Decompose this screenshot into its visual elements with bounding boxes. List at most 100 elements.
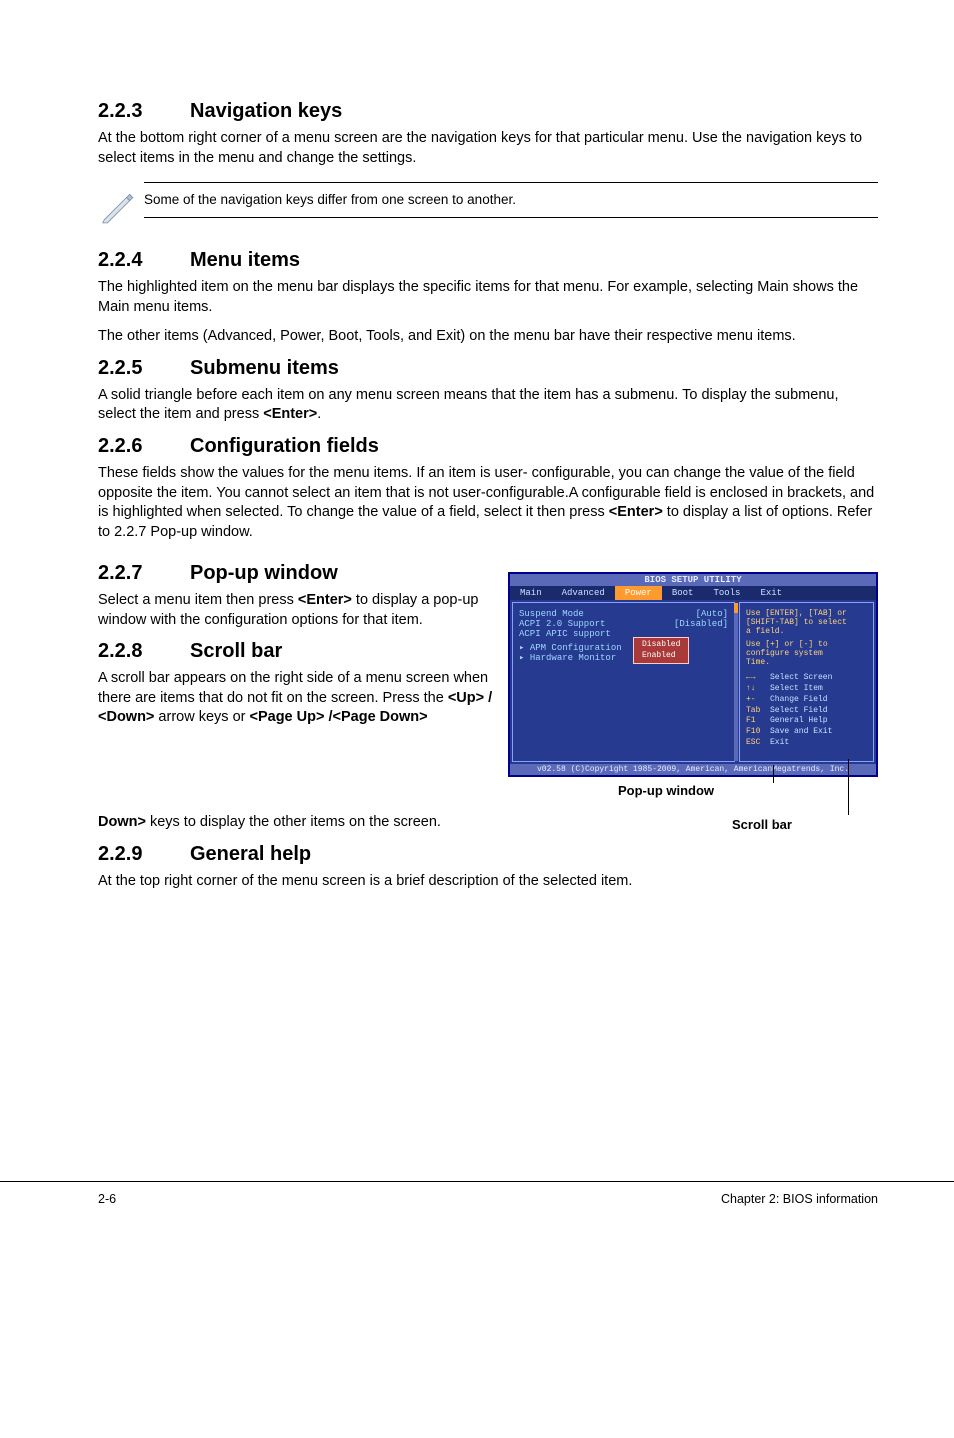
bios-help-line: Time. [746,658,867,667]
bios-popup-option: Enabled [642,651,680,661]
heading-2-2-6: 2.2.6Configuration fields [98,435,878,458]
note-block: Some of the navigation keys differ from … [98,182,878,231]
bios-popup: Disabled Enabled [633,637,689,664]
bios-help-line: configure system [746,649,867,658]
bios-main-pane: Suspend Mode [Auto] ACPI 2.0 Support [Disa… [512,602,735,762]
heading-2-2-5: 2.2.5Submenu items [98,357,878,380]
paragraph: At the top right corner of the menu scre… [98,872,878,892]
bios-help-pane: Use [ENTER], [TAB] or [SHIFT-TAB] to sel… [739,602,874,762]
bios-row: ▸ Hardware Monitor [519,653,728,663]
text: A solid triangle before each item on any… [98,387,838,423]
divider [144,217,878,218]
heading-text: Menu items [190,249,300,271]
bios-menu-power: Power [615,586,662,600]
bios-key-desc: Select Field [770,706,828,715]
heading-2-2-7: 2.2.7Pop-up window [98,562,494,585]
callout-line [848,759,849,815]
heading-number: 2.2.9 [98,843,190,866]
bios-row: ▸ APM Configuration [519,643,728,653]
bios-titlebar: BIOS SETUP UTILITY [510,574,876,586]
bios-key: F10 [746,727,770,738]
bios-menu-advanced: Advanced [552,586,615,600]
note-content: Some of the navigation keys differ from … [144,182,878,218]
bios-label: ACPI 2.0 Support [519,619,605,629]
bios-label: ACPI APIC support [519,629,611,639]
key-enter: <Enter> [298,592,352,608]
bios-key: ESC [746,738,770,749]
callout-popup-label: Pop-up window [618,783,714,798]
text: keys to display the other items on the s… [146,814,441,830]
bios-menu-boot: Boot [662,586,704,600]
right-column: BIOS SETUP UTILITY Main Advanced Power B… [508,552,878,847]
note-text: Some of the navigation keys differ from … [144,191,878,209]
heading-text: Scroll bar [190,640,282,662]
bios-scroll-thumb [734,603,738,613]
heading-2-2-8: 2.2.8Scroll bar [98,640,494,663]
bios-footer: v02.58 (C)Copyright 1985-2009, American,… [510,764,876,775]
bios-menu-main: Main [510,586,552,600]
paragraph: A scroll bar appears on the right side o… [98,669,494,728]
paragraph: Select a menu item then press <Enter> to… [98,591,494,630]
key-pageupdown: <Page Up> /<Page Down> [250,709,428,725]
bios-value: [Auto] [696,609,728,619]
bios-key: ↑↓ [746,684,770,695]
heading-text: Navigation keys [190,100,342,122]
page-footer: 2-6 Chapter 2: BIOS information [0,1181,954,1230]
pen-icon [98,182,144,231]
bios-scrollbar [734,603,738,761]
bios-help-line: Use [ENTER], [TAB] or [746,609,867,618]
bios-key-desc: Exit [770,738,789,747]
bios-key: F1 [746,716,770,727]
bios-key: ←→ [746,673,770,684]
bios-key-desc: General Help [770,716,828,725]
two-column-section: 2.2.7Pop-up window Select a menu item th… [98,552,878,847]
bios-menu-tools: Tools [703,586,750,600]
heading-number: 2.2.7 [98,562,190,585]
heading-2-2-4: 2.2.4Menu items [98,249,878,272]
bios-help-line: [SHIFT-TAB] to select [746,618,867,627]
chapter-label: Chapter 2: BIOS information [721,1192,878,1206]
paragraph: These fields show the values for the men… [98,464,878,542]
bios-key-desc: Select Item [770,684,823,693]
paragraph: A solid triangle before each item on any… [98,386,878,425]
heading-text: Configuration fields [190,435,379,457]
heading-text: General help [190,843,311,865]
text: A scroll bar appears on the right side o… [98,670,488,706]
left-column: 2.2.7Pop-up window Select a menu item th… [98,552,494,738]
bios-submenu: ▸ Hardware Monitor [519,653,616,663]
heading-number: 2.2.3 [98,100,190,123]
callout-scroll-label: Scroll bar [732,817,792,832]
bios-menubar: Main Advanced Power Boot Tools Exit [510,586,876,600]
text: Down> [98,814,146,830]
bios-key-help: ←→Select Screen ↑↓Select Item +-Change F… [746,673,867,749]
paragraph: The highlighted item on the menu bar dis… [98,278,878,317]
bios-key: +- [746,695,770,706]
bios-key-desc: Change Field [770,695,828,704]
bios-value: [Disabled] [674,619,728,629]
paragraph: The other items (Advanced, Power, Boot, … [98,327,878,347]
bios-key-desc: Select Screen [770,673,832,682]
divider [144,182,878,183]
heading-text: Submenu items [190,357,339,379]
page-number: 2-6 [98,1192,116,1206]
heading-number: 2.2.4 [98,249,190,272]
paragraph: At the bottom right corner of a menu scr… [98,129,878,168]
figure-callouts: Pop-up window Scroll bar [508,777,878,847]
bios-screenshot: BIOS SETUP UTILITY Main Advanced Power B… [508,572,878,777]
bios-row: ACPI 2.0 Support [Disabled] [519,619,728,629]
bios-submenu: ▸ APM Configuration [519,643,622,653]
bios-key: Tab [746,706,770,717]
bios-popup-option: Disabled [642,640,680,650]
bios-row: Suspend Mode [Auto] [519,609,728,619]
text: . [317,406,321,422]
bios-label: Suspend Mode [519,609,584,619]
key-enter: <Enter> [609,504,663,520]
heading-number: 2.2.6 [98,435,190,458]
key-enter: <Enter> [263,406,317,422]
text: Select a menu item then press [98,592,298,608]
bios-key-desc: Save and Exit [770,727,832,736]
bios-help-line: Use [+] or [-] to [746,640,867,649]
bios-help-line: a field. [746,627,867,636]
heading-number: 2.2.5 [98,357,190,380]
heading-number: 2.2.8 [98,640,190,663]
